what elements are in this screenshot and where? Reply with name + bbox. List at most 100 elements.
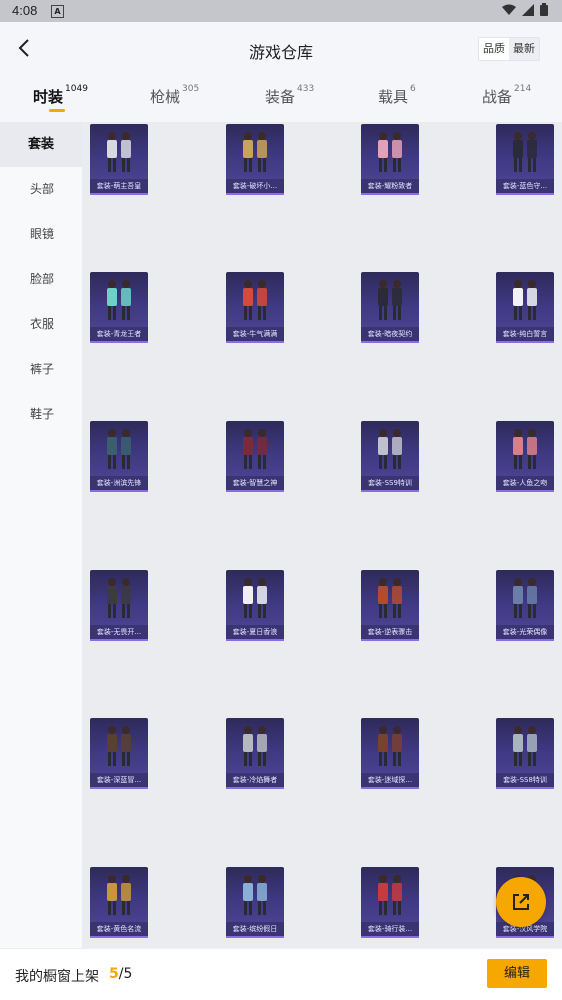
tab-count: 433 bbox=[297, 84, 315, 94]
rarity-stripe bbox=[90, 193, 148, 195]
outfit-card[interactable]: 套装-SS8特训 bbox=[496, 718, 554, 789]
tab-label: 战备 bbox=[482, 88, 513, 106]
outfit-name: 套装-蓝色守... bbox=[496, 179, 554, 193]
item-grid: 套装-萌主吾皇 套装-破坏小... 套装-耀粉致者 套装-蓝色守... 套装-青龙王者套… bbox=[82, 122, 562, 948]
outfit-name: 套装-深蓝冒... bbox=[90, 773, 148, 787]
tab-vehicles[interactable]: 载具 6 bbox=[378, 84, 416, 107]
outfit-card[interactable]: 套装-青龙王者 bbox=[90, 272, 148, 343]
rarity-stripe bbox=[361, 490, 419, 492]
outfit-name: 套装-青龙王者 bbox=[90, 327, 148, 341]
outfit-name: 套装-迷域探... bbox=[361, 773, 419, 787]
outfit-name: 套装-夏日香浪 bbox=[226, 625, 284, 639]
share-button[interactable] bbox=[496, 877, 546, 927]
outfit-card[interactable]: 套装-光荣偶像 bbox=[496, 570, 554, 641]
outfit-thumbnail bbox=[226, 421, 284, 476]
sort-by-quality[interactable]: 品质 bbox=[479, 38, 509, 60]
outfit-card[interactable]: 套装-耀粉致者 bbox=[361, 124, 419, 195]
outfit-thumbnail bbox=[361, 718, 419, 773]
outfit-card[interactable]: 套装-破坏小... bbox=[226, 124, 284, 195]
tab-fashion[interactable]: 时装 1049 bbox=[33, 84, 88, 107]
outfit-thumbnail bbox=[226, 718, 284, 773]
notification-icon: A bbox=[51, 5, 64, 18]
sidebar-item-head[interactable]: 头部 bbox=[0, 167, 82, 212]
outfit-name: 套装-SS9特训 bbox=[361, 476, 419, 490]
tab-count: 6 bbox=[410, 84, 416, 94]
outfit-card[interactable]: 套装-暗夜契约 bbox=[361, 272, 419, 343]
outfit-card[interactable]: 套装-迷域探... bbox=[361, 718, 419, 789]
showcase-count: 5/5 bbox=[109, 966, 132, 982]
rarity-stripe bbox=[226, 936, 284, 938]
rarity-stripe bbox=[226, 341, 284, 343]
rarity-stripe bbox=[226, 639, 284, 641]
sidebar-item-outfit[interactable]: 套装 bbox=[0, 122, 82, 167]
outfit-card[interactable]: 套装-洲滨先锋 bbox=[90, 421, 148, 492]
outfit-card[interactable]: 套装-人鱼之吻 bbox=[496, 421, 554, 492]
tab-combat-gear[interactable]: 战备 214 bbox=[482, 84, 532, 107]
sidebar-item-face[interactable]: 脸部 bbox=[0, 257, 82, 302]
tab-equipment[interactable]: 装备 433 bbox=[265, 84, 315, 107]
sidebar-item-shoes[interactable]: 鞋子 bbox=[0, 392, 82, 437]
rarity-stripe bbox=[496, 490, 554, 492]
outfit-card[interactable]: 套装-黄色名流 bbox=[90, 867, 148, 938]
outfit-thumbnail bbox=[361, 124, 419, 179]
outfit-thumbnail bbox=[90, 867, 148, 922]
outfit-card[interactable]: 套装-牛气满满 bbox=[226, 272, 284, 343]
tab-count: 214 bbox=[514, 84, 532, 94]
sort-by-latest[interactable]: 最新 bbox=[509, 38, 539, 60]
outfit-thumbnail bbox=[90, 718, 148, 773]
status-indicators bbox=[502, 3, 548, 16]
outfit-thumbnail bbox=[496, 124, 554, 179]
sidebar: 套装 头部 眼镜 脸部 衣服 裤子 鞋子 bbox=[0, 122, 82, 948]
outfit-thumbnail bbox=[90, 272, 148, 327]
outfit-name: 套装-洲滨先锋 bbox=[90, 476, 148, 490]
rarity-stripe bbox=[90, 341, 148, 343]
outfit-card[interactable]: 套装-逆表骤击 bbox=[361, 570, 419, 641]
tab-guns[interactable]: 枪械 305 bbox=[150, 84, 199, 107]
rarity-stripe bbox=[496, 341, 554, 343]
rarity-stripe bbox=[90, 936, 148, 938]
tab-label: 枪械 bbox=[150, 88, 181, 106]
tab-label: 时装 bbox=[33, 88, 64, 106]
showcase-current: 5 bbox=[109, 966, 119, 982]
showcase-label: 我的橱窗上架 bbox=[15, 969, 99, 985]
sidebar-item-pants[interactable]: 裤子 bbox=[0, 347, 82, 392]
outfit-name: 套装-骑行装... bbox=[361, 922, 419, 936]
outfit-thumbnail bbox=[90, 421, 148, 476]
outfit-card[interactable]: 套装-萌主吾皇 bbox=[90, 124, 148, 195]
outfit-thumbnail bbox=[496, 570, 554, 625]
rarity-stripe bbox=[496, 193, 554, 195]
rarity-stripe bbox=[361, 193, 419, 195]
outfit-card[interactable]: 套装-蓝色守... bbox=[496, 124, 554, 195]
sidebar-item-clothes[interactable]: 衣服 bbox=[0, 302, 82, 347]
rarity-stripe bbox=[90, 490, 148, 492]
outfit-card[interactable]: 套装-冷焰舞者 bbox=[226, 718, 284, 789]
status-time: 4:08 bbox=[12, 3, 38, 18]
outfit-card[interactable]: 套装-缤纷假日 bbox=[226, 867, 284, 938]
outfit-name: 套装-光荣偶像 bbox=[496, 625, 554, 639]
tab-label: 载具 bbox=[378, 88, 409, 106]
outfit-card[interactable]: 套装-纯白誓言 bbox=[496, 272, 554, 343]
header: 游戏仓库 品质 最新 bbox=[0, 22, 562, 76]
outfit-thumbnail bbox=[496, 718, 554, 773]
edit-button[interactable]: 编辑 bbox=[487, 959, 547, 988]
outfit-name: 套装-黄色名流 bbox=[90, 922, 148, 936]
outfit-name: 套装-逆表骤击 bbox=[361, 625, 419, 639]
outfit-card[interactable]: 套装-深蓝冒... bbox=[90, 718, 148, 789]
outfit-card[interactable]: 套装-夏日香浪 bbox=[226, 570, 284, 641]
signal-icon bbox=[522, 3, 534, 16]
rarity-stripe bbox=[496, 787, 554, 789]
outfit-card[interactable]: 套装-智慧之神 bbox=[226, 421, 284, 492]
bottom-bar: 我的橱窗上架 5/5 编辑 bbox=[0, 948, 562, 1000]
outfit-card[interactable]: 套装-骑行装... bbox=[361, 867, 419, 938]
rarity-stripe bbox=[496, 936, 554, 938]
outfit-thumbnail bbox=[90, 570, 148, 625]
outfit-name: 套装-破坏小... bbox=[226, 179, 284, 193]
outfit-thumbnail bbox=[226, 867, 284, 922]
outfit-card[interactable]: 套装-无畏开... bbox=[90, 570, 148, 641]
outfit-card[interactable]: 套装-SS9特训 bbox=[361, 421, 419, 492]
outfit-thumbnail bbox=[361, 570, 419, 625]
outfit-name: 套装-耀粉致者 bbox=[361, 179, 419, 193]
sidebar-item-glasses[interactable]: 眼镜 bbox=[0, 212, 82, 257]
rarity-stripe bbox=[90, 639, 148, 641]
rarity-stripe bbox=[361, 787, 419, 789]
